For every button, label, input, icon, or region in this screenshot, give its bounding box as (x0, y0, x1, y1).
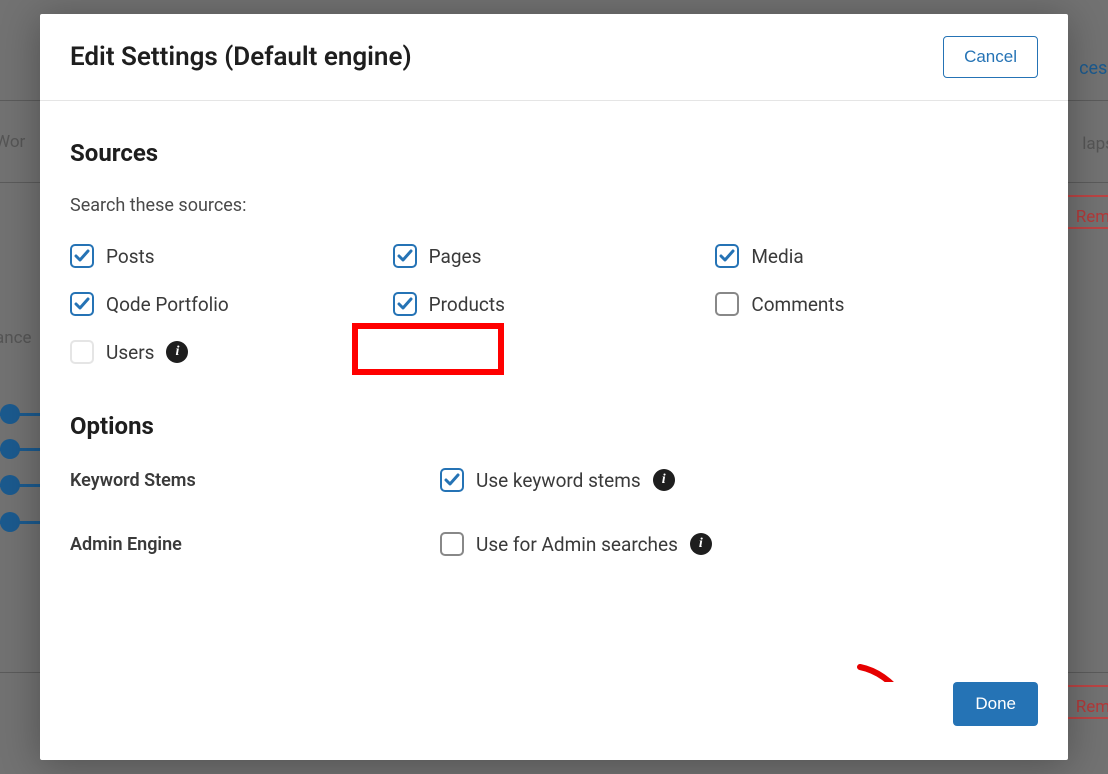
bg-text: lapse (1082, 134, 1108, 154)
option-row-admin-engine: Admin Engine Use for Admin searches i (70, 532, 1038, 556)
option-row-keyword-stems: Keyword Stems Use keyword stems i (70, 468, 1038, 492)
checkbox-admin-engine[interactable] (440, 532, 464, 556)
bg-text: Wor (0, 132, 25, 152)
source-item-posts: Posts (70, 244, 393, 268)
source-item-comments: Comments (715, 292, 1038, 316)
option-label: Admin Engine (70, 534, 440, 555)
source-label: Users (106, 341, 154, 364)
checkbox-users (70, 340, 94, 364)
checkbox-keyword-stems[interactable] (440, 468, 464, 492)
bg-text: ces & (1079, 58, 1108, 79)
options-heading: Options (70, 412, 1038, 440)
source-label: Pages (429, 245, 482, 268)
options-section: Keyword StemsUse keyword stemsiAdmin Eng… (70, 468, 1038, 556)
source-label: Products (429, 293, 505, 316)
done-button[interactable]: Done (953, 682, 1038, 726)
option-control: Use for Admin searches i (440, 532, 712, 556)
source-item-products: Products (393, 292, 716, 316)
sources-subheading: Search these sources: (70, 195, 1038, 216)
info-icon[interactable]: i (690, 533, 712, 555)
cancel-button[interactable]: Cancel (943, 36, 1038, 78)
edit-settings-modal: Edit Settings (Default engine) Cancel So… (40, 14, 1068, 760)
annotation-arrow (820, 659, 960, 682)
source-item-qode-portfolio: Qode Portfolio (70, 292, 393, 316)
info-icon[interactable]: i (166, 341, 188, 363)
checkbox-comments[interactable] (715, 292, 739, 316)
checkbox-products[interactable] (393, 292, 417, 316)
option-control-label: Use for Admin searches (476, 533, 678, 556)
modal-header: Edit Settings (Default engine) Cancel (40, 14, 1068, 101)
checkbox-posts[interactable] (70, 244, 94, 268)
sources-grid: Posts Pages Media Qode Portfolio Products Com… (70, 244, 1038, 364)
modal-body: Sources Search these sources: Posts Pages… (40, 101, 1068, 682)
source-item-media: Media (715, 244, 1038, 268)
option-label: Keyword Stems (70, 470, 440, 491)
source-label: Media (751, 245, 803, 268)
source-item-users: Usersi (70, 340, 393, 364)
source-label: Posts (106, 245, 155, 268)
checkbox-pages[interactable] (393, 244, 417, 268)
sources-heading: Sources (70, 139, 1038, 167)
option-control-label: Use keyword stems (476, 469, 641, 492)
modal-title: Edit Settings (Default engine) (70, 42, 412, 72)
source-label: Qode Portfolio (106, 293, 229, 316)
info-icon[interactable]: i (653, 469, 675, 491)
bg-text: ance (0, 328, 32, 348)
source-label: Comments (751, 293, 844, 316)
checkbox-media[interactable] (715, 244, 739, 268)
modal-footer: Done (40, 682, 1068, 760)
option-control: Use keyword stems i (440, 468, 675, 492)
checkbox-qode-portfolio[interactable] (70, 292, 94, 316)
source-item-pages: Pages (393, 244, 716, 268)
